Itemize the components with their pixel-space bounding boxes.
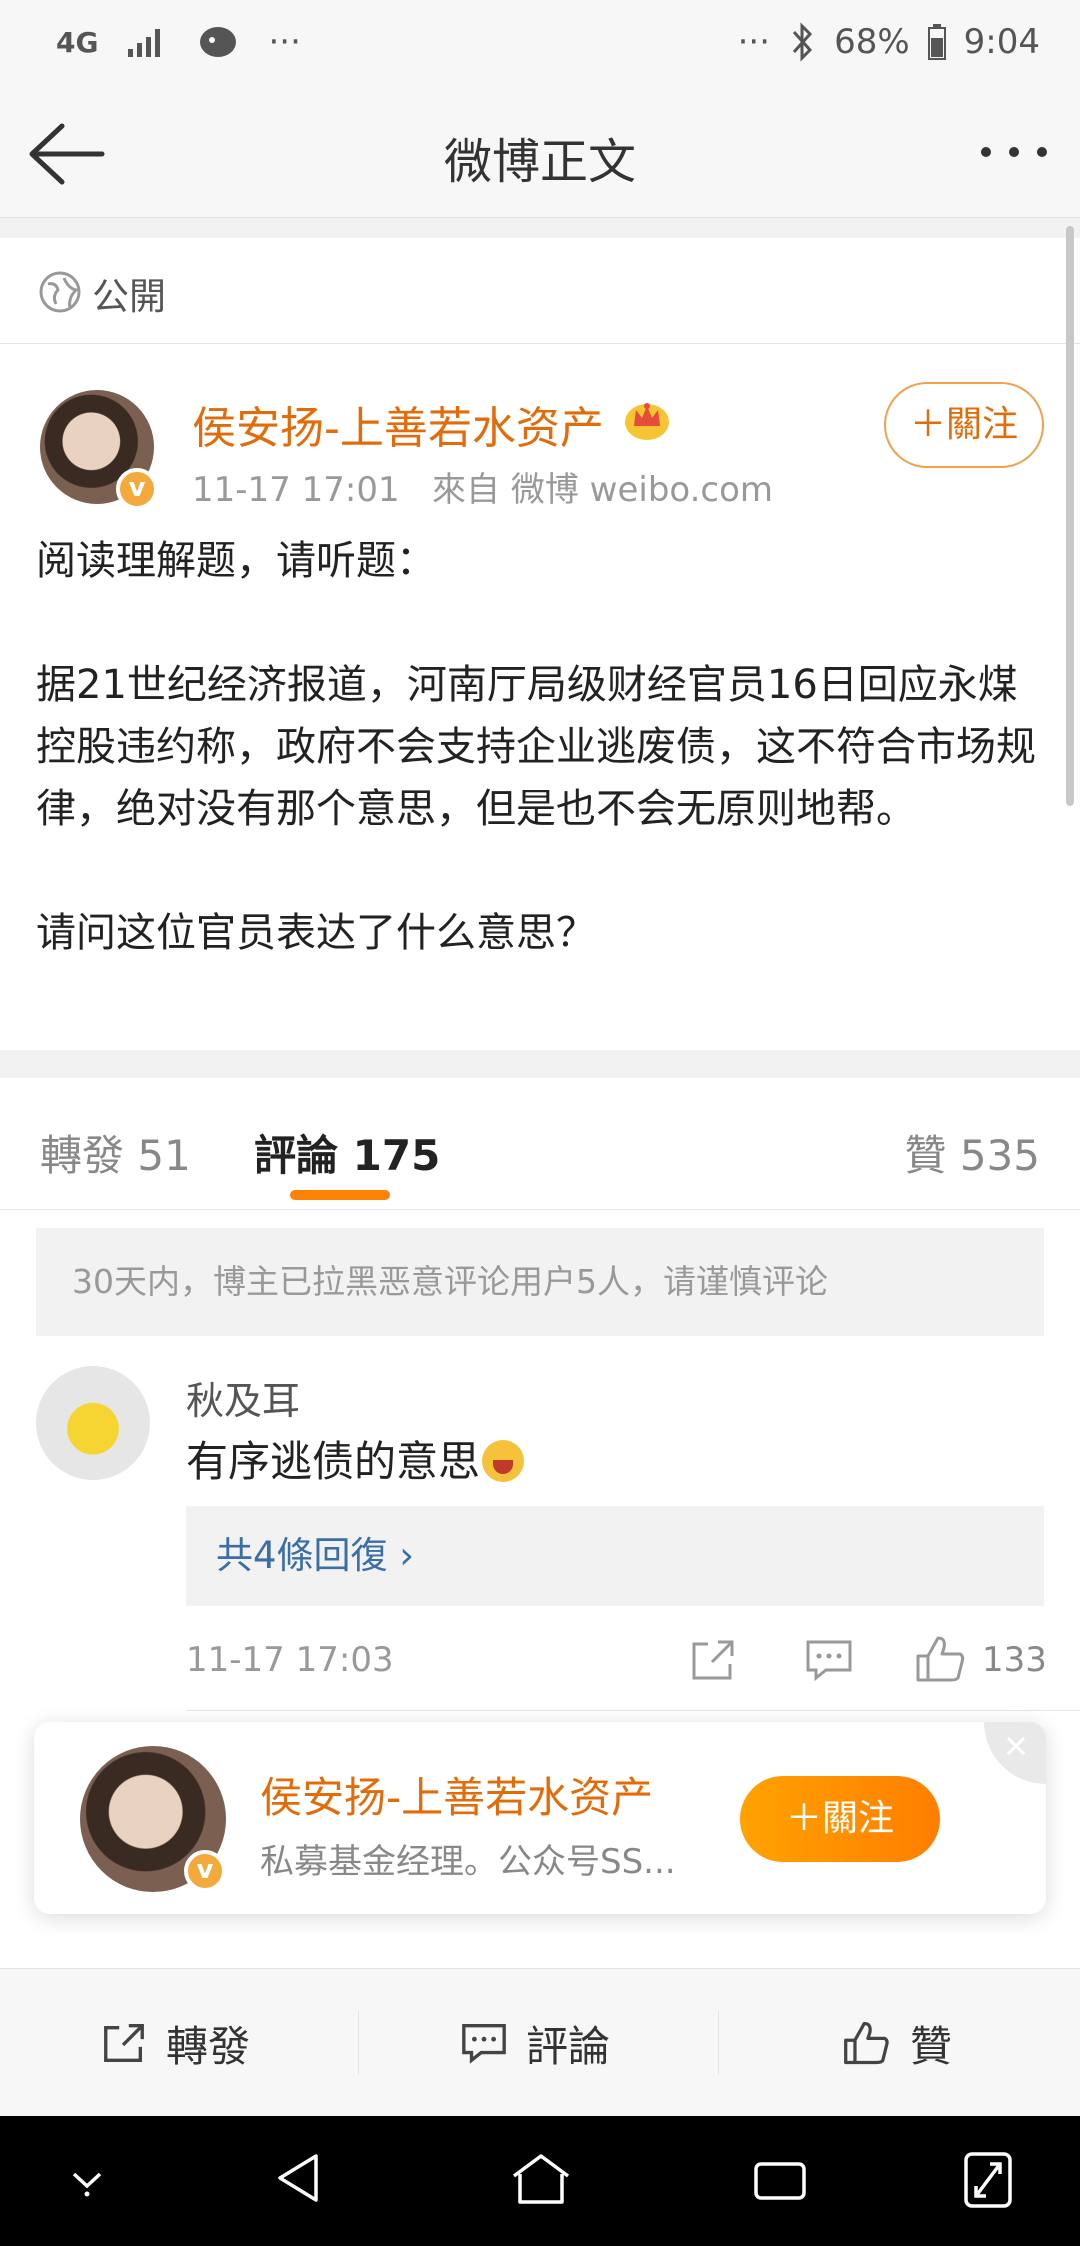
card-author-desc: 私募基金经理。公众号SS... — [260, 1842, 676, 1882]
repost-button[interactable]: 轉發 — [100, 1969, 250, 2117]
scrollbar[interactable] — [1066, 226, 1074, 806]
author-name[interactable]: 侯安扬-上善若水资产 — [192, 392, 604, 456]
system-navigation-bar — [0, 2116, 1080, 2246]
post-card: v 侯安扬-上善若水资产 11-17 17:01 來自 微博 weibo.com… — [0, 344, 1080, 1050]
signal-icon — [128, 29, 161, 57]
nav-bar: 微博正文 — [0, 92, 1080, 218]
comment-label: 評論 — [526, 2021, 611, 2071]
follow-suggestion-card: v 侯安扬-上善若水资产 私募基金经理。公众号SS... ＋關注 — [34, 1722, 1046, 1914]
tab-likes[interactable]: 贊 535 — [904, 1122, 1040, 1183]
crown-badge-icon — [625, 403, 669, 440]
comment-share-icon[interactable] — [688, 1638, 738, 1682]
engagement-tabs: 轉發 51 評論 175 贊 535 — [0, 1078, 1080, 1210]
comment-reply-icon[interactable] — [804, 1638, 854, 1682]
battery-percent: 68% — [834, 22, 910, 62]
visibility-row: 公開 — [0, 238, 1080, 344]
comment-text: 有序逃债的意思 — [186, 1428, 525, 1489]
clock: 9:04 — [963, 22, 1040, 62]
view-replies-link[interactable]: 共4條回復 › — [186, 1506, 1044, 1606]
toolbar-separator — [718, 2011, 719, 2075]
card-author-name[interactable]: 侯安扬-上善若水资产 — [260, 1764, 653, 1825]
more-status: ··· — [737, 22, 771, 62]
page-title: 微博正文 — [443, 134, 636, 190]
like-icon — [844, 2021, 889, 2065]
commenter-name[interactable]: 秋及耳 — [186, 1370, 300, 1425]
card-close-button[interactable] — [984, 1722, 1046, 1784]
comment-divider — [186, 1710, 1080, 1711]
bottom-toolbar: 轉發 評論 贊 — [0, 1968, 1080, 2116]
status-bar: 4G ··· ··· 68% 9:04 — [0, 0, 1080, 92]
follow-button[interactable]: ＋關注 — [884, 382, 1044, 468]
hide-keyboard-icon[interactable] — [66, 2164, 108, 2200]
home-nav-icon[interactable] — [510, 2152, 572, 2206]
more-notifications: ··· — [268, 22, 301, 62]
active-tab-indicator — [290, 1190, 390, 1200]
toolbar-separator — [358, 2011, 359, 2075]
post-source: 來自 微博 weibo.com — [432, 470, 774, 510]
battery-icon — [927, 24, 946, 60]
comment-notice: 30天内，博主已拉黑恶意评论用户5人，请谨慎评论 — [36, 1228, 1044, 1336]
laughing-emoji-icon — [482, 1440, 525, 1482]
back-nav-icon[interactable] — [272, 2150, 324, 2206]
comment-icon — [462, 2024, 506, 2064]
post-meta: 11-17 17:01 來自 微博 weibo.com — [192, 462, 773, 511]
app-notification-icon — [200, 27, 237, 57]
comment-time: 11-17 17:03 — [186, 1640, 394, 1680]
repost-label: 轉發 — [166, 2021, 251, 2071]
post-timestamp: 11-17 17:01 — [192, 470, 400, 510]
card-follow-button[interactable]: ＋關注 — [740, 1776, 940, 1862]
tab-reposts[interactable]: 轉發 51 — [40, 1122, 191, 1183]
comment-like-count: 133 — [982, 1640, 1047, 1680]
close-icon — [1006, 1736, 1026, 1756]
commenter-avatar[interactable] — [36, 1366, 150, 1480]
like-label: 贊 — [910, 2021, 953, 2071]
tab-comments[interactable]: 評論 175 — [254, 1122, 440, 1183]
post-body: 阅读理解题，请听题： 据21世纪经济报道，河南厅局级财经官员16日回应永煤控股违… — [36, 538, 1036, 956]
comment-like-icon[interactable] — [914, 1634, 968, 1684]
expand-icon[interactable] — [962, 2150, 1014, 2210]
card-verified-badge: v — [184, 1850, 226, 1892]
globe-icon — [39, 271, 81, 313]
recents-nav-icon[interactable] — [752, 2156, 808, 2204]
repost-icon — [104, 2024, 144, 2062]
visibility-label: 公開 — [92, 275, 166, 318]
comment-text-content: 有序逃债的意思 — [186, 1437, 481, 1486]
bluetooth-icon — [792, 22, 813, 62]
like-button[interactable]: 贊 — [842, 1969, 952, 2117]
network-type: 4G — [56, 25, 99, 59]
verified-badge: v — [116, 468, 158, 510]
more-options-icon[interactable] — [978, 132, 1050, 172]
comment-button[interactable]: 評論 — [460, 1969, 610, 2117]
